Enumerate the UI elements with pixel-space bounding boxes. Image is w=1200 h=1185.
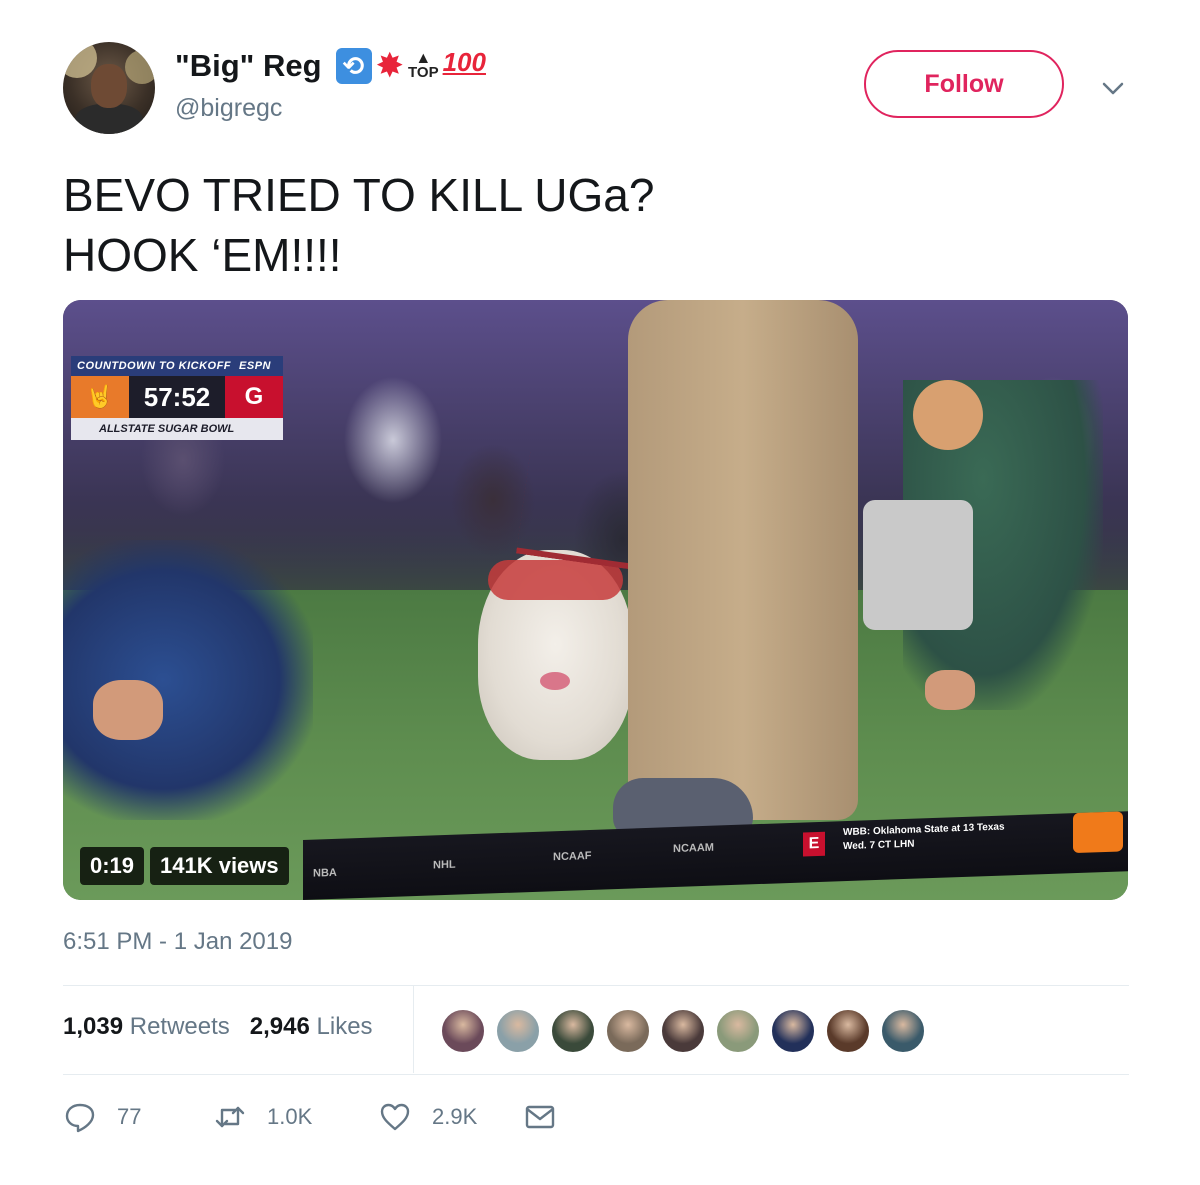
liker-avatar[interactable] <box>770 1008 816 1054</box>
reply-icon <box>65 1103 95 1133</box>
tweet-actions: 77 1.0K 2.9K <box>63 1100 557 1134</box>
likes-stat[interactable]: 2,946 Likes <box>250 1013 373 1041</box>
liker-avatar[interactable] <box>605 1008 651 1054</box>
top-emoji-icon: ▲ TOP <box>408 50 439 81</box>
tweet-stats: 1,039 Retweets 2,946 Likes <box>63 1013 373 1041</box>
tweet-text-line: HOOK ‘EM!!!! <box>63 229 342 281</box>
video-person-leg <box>628 300 858 820</box>
collision-emoji-icon: ✸ <box>375 47 405 85</box>
retweet-emoji-icon: ⟲ <box>335 48 372 84</box>
team-logo-left: 🤘 <box>71 376 129 418</box>
liker-avatar[interactable] <box>880 1008 926 1054</box>
retweet-action[interactable]: 1.0K <box>213 1100 378 1134</box>
divider <box>63 1074 1129 1075</box>
divider <box>413 985 414 1073</box>
retweets-stat[interactable]: 1,039 Retweets <box>63 1013 230 1041</box>
liker-avatars <box>440 1008 935 1054</box>
video-views-badge: 141K views <box>150 847 289 885</box>
name-emoji-group: ⟲ ✸ ▲ TOP 100 <box>335 47 486 85</box>
team-logo-right: G <box>225 376 283 418</box>
user-display-name[interactable]: "Big" Reg ⟲ ✸ ▲ TOP 100 <box>175 47 486 85</box>
divider <box>63 985 1129 986</box>
retweet-icon <box>215 1106 245 1128</box>
follow-button[interactable]: Follow <box>864 50 1064 118</box>
envelope-icon <box>525 1105 555 1129</box>
video-cameraman <box>63 540 313 820</box>
hundred-points-emoji-icon: 100 <box>442 47 486 77</box>
heart-icon <box>380 1103 410 1131</box>
liker-avatar[interactable] <box>660 1008 706 1054</box>
video-player[interactable]: COUNTDOWN TO KICKOFF ESPN 🤘 57:52 G ALLS… <box>63 300 1128 900</box>
liker-avatar[interactable] <box>825 1008 871 1054</box>
video-cart <box>863 500 973 630</box>
liker-avatar[interactable] <box>550 1008 596 1054</box>
user-handle[interactable]: @bigregc <box>175 94 282 123</box>
direct-message-action[interactable] <box>523 1100 557 1134</box>
reply-action[interactable]: 77 <box>63 1100 213 1134</box>
liker-avatar[interactable] <box>715 1008 761 1054</box>
tweet-timestamp[interactable]: 6:51 PM - 1 Jan 2019 <box>63 928 292 956</box>
game-clock: 57:52 <box>129 376 225 418</box>
liker-avatar[interactable] <box>440 1008 486 1054</box>
video-bulldog <box>478 550 633 760</box>
tweet-text: BEVO TRIED TO KILL UGa? HOOK ‘EM!!!! <box>63 165 1123 285</box>
user-avatar[interactable] <box>63 42 155 134</box>
liker-avatar[interactable] <box>495 1008 541 1054</box>
video-scorebug: COUNTDOWN TO KICKOFF ESPN 🤘 57:52 G ALLS… <box>71 356 283 442</box>
like-action[interactable]: 2.9K <box>378 1100 523 1134</box>
video-duration-badge: 0:19 <box>80 847 145 885</box>
tweet-text-line: BEVO TRIED TO KILL UGa? <box>63 169 655 221</box>
chevron-down-icon[interactable] <box>1098 74 1128 104</box>
